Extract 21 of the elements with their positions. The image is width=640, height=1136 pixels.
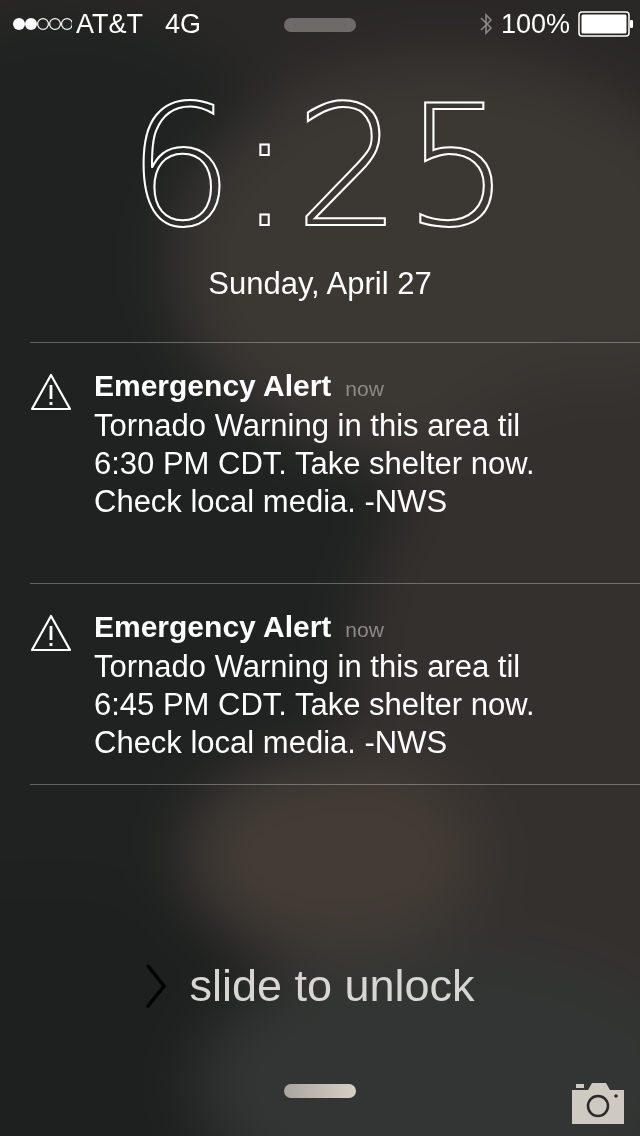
carrier-name: AT&T bbox=[76, 8, 143, 40]
notification-message: Tornado Warning in this area til 6:45 PM CDT. Take shelter now. Check local media. -NWS bbox=[94, 648, 536, 762]
camera-icon[interactable] bbox=[570, 1082, 626, 1126]
battery-percentage: 100% bbox=[500, 8, 570, 40]
battery-icon bbox=[578, 11, 634, 37]
signal-icon bbox=[12, 17, 72, 31]
notification-title: Emergency Alert bbox=[94, 369, 332, 403]
clock-time: 6:25 bbox=[126, 82, 514, 252]
clock-date: Sunday, April 27 bbox=[207, 266, 433, 302]
slide-to-unlock-text[interactable]: slide to unlock bbox=[189, 960, 475, 1012]
control-center-handle[interactable] bbox=[284, 1084, 356, 1098]
network-type: 4G bbox=[165, 8, 202, 40]
notification-time: now bbox=[345, 618, 384, 642]
warning-icon bbox=[30, 373, 72, 411]
notification-title: Emergency Alert bbox=[94, 610, 332, 644]
warning-icon bbox=[30, 614, 72, 652]
bluetooth-icon bbox=[478, 12, 493, 36]
notification-message: Tornado Warning in this area til 6:30 PM CDT. Take shelter now. Check local media. -NWS bbox=[94, 407, 536, 521]
notification-center-handle[interactable] bbox=[284, 18, 356, 32]
notification-time: now bbox=[345, 377, 384, 401]
chevron-icon bbox=[145, 963, 168, 1009]
